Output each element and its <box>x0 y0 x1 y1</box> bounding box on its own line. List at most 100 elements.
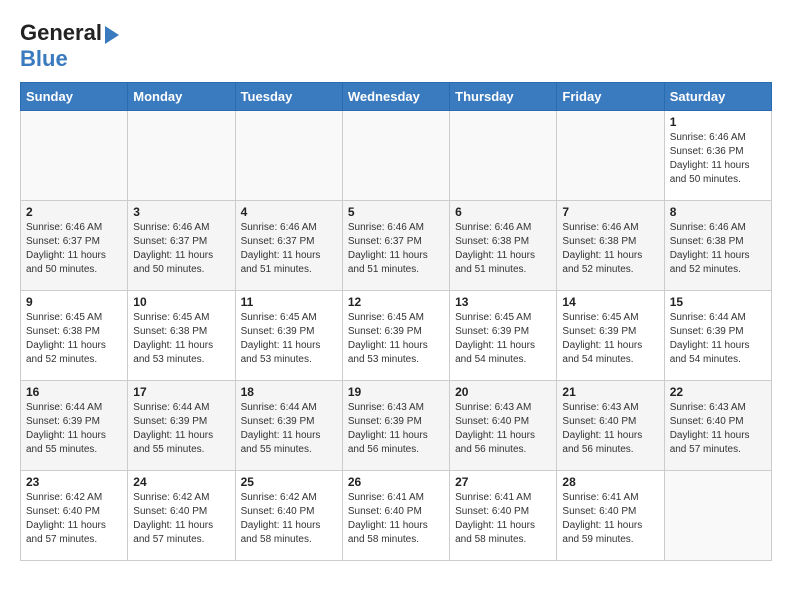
calendar-day: 10 Sunrise: 6:45 AM Sunset: 6:38 PM Dayli… <box>128 291 235 381</box>
day-number: 10 <box>133 295 229 309</box>
day-info: Sunrise: 6:43 AM Sunset: 6:40 PM Dayligh… <box>455 401 551 457</box>
calendar-day: 2 Sunrise: 6:46 AM Sunset: 6:37 PM Daylig… <box>21 201 128 291</box>
calendar-day: 21Sunrise: 6:43 AM Sunset: 6:40 PM Dayli… <box>557 381 664 471</box>
day-number: 11 <box>241 295 337 309</box>
weekday-header-sunday: Sunday <box>21 83 128 111</box>
calendar-day: 23 Sunrise: 6:42 AM Sunset: 6:40 PM Dayli… <box>21 471 128 561</box>
logo-blue: Blue <box>20 46 119 72</box>
calendar-day: 9Sunrise: 6:45 AM Sunset: 6:38 PM Daylig… <box>21 291 128 381</box>
day-number: 5 <box>348 205 444 219</box>
day-number: 23 <box>26 475 122 489</box>
day-number: 27 <box>455 475 551 489</box>
logo-text: General Blue <box>20 20 119 72</box>
calendar-day: 1Sunrise: 6:46 AM Sunset: 6:36 PM Daylig… <box>664 111 771 201</box>
calendar-week-2: 2 Sunrise: 6:46 AM Sunset: 6:37 PM Daylig… <box>21 201 772 291</box>
day-info: Sunrise: 6:45 AM Sunset: 6:39 PM Dayligh… <box>348 311 444 367</box>
calendar-day <box>664 471 771 561</box>
day-number: 15 <box>670 295 766 309</box>
day-info: Sunrise: 6:46 AM Sunset: 6:38 PM Dayligh… <box>670 221 766 277</box>
day-number: 12 <box>348 295 444 309</box>
calendar-day: 24 Sunrise: 6:42 AM Sunset: 6:40 PM Dayli… <box>128 471 235 561</box>
logo-arrow-icon <box>105 26 119 44</box>
day-number: 25 <box>241 475 337 489</box>
day-number: 24 <box>133 475 229 489</box>
day-info: Sunrise: 6:44 AM Sunset: 6:39 PM Dayligh… <box>670 311 766 367</box>
day-info: Sunrise: 6:42 AM Sunset: 6:40 PM Dayligh… <box>26 491 122 547</box>
weekday-header-tuesday: Tuesday <box>235 83 342 111</box>
day-info: Sunrise: 6:46 AM Sunset: 6:38 PM Dayligh… <box>562 221 658 277</box>
day-number: 3 <box>133 205 229 219</box>
calendar-day: 15 Sunrise: 6:44 AM Sunset: 6:39 PM Dayli… <box>664 291 771 381</box>
day-info: Sunrise: 6:46 AM Sunset: 6:37 PM Dayligh… <box>133 221 229 277</box>
weekday-header-wednesday: Wednesday <box>342 83 449 111</box>
calendar-day <box>21 111 128 201</box>
calendar-day: 19 Sunrise: 6:43 AM Sunset: 6:39 PM Dayli… <box>342 381 449 471</box>
calendar-day <box>557 111 664 201</box>
calendar-day: 22 Sunrise: 6:43 AM Sunset: 6:40 PM Dayli… <box>664 381 771 471</box>
day-info: Sunrise: 6:43 AM Sunset: 6:40 PM Dayligh… <box>562 401 658 457</box>
day-number: 28 <box>562 475 658 489</box>
day-number: 1 <box>670 115 766 129</box>
weekday-header-monday: Monday <box>128 83 235 111</box>
calendar-day: 14 Sunrise: 6:45 AM Sunset: 6:39 PM Dayli… <box>557 291 664 381</box>
day-info: Sunrise: 6:43 AM Sunset: 6:40 PM Dayligh… <box>670 401 766 457</box>
calendar-day: 6 Sunrise: 6:46 AM Sunset: 6:38 PM Daylig… <box>450 201 557 291</box>
day-number: 19 <box>348 385 444 399</box>
calendar-day: 12 Sunrise: 6:45 AM Sunset: 6:39 PM Dayli… <box>342 291 449 381</box>
weekday-header-saturday: Saturday <box>664 83 771 111</box>
day-info: Sunrise: 6:44 AM Sunset: 6:39 PM Dayligh… <box>26 401 122 457</box>
calendar-day <box>128 111 235 201</box>
day-info: Sunrise: 6:45 AM Sunset: 6:39 PM Dayligh… <box>562 311 658 367</box>
day-number: 26 <box>348 475 444 489</box>
logo-general: General <box>20 20 102 46</box>
calendar-day: 28 Sunrise: 6:41 AM Sunset: 6:40 PM Dayli… <box>557 471 664 561</box>
day-number: 14 <box>562 295 658 309</box>
calendar-week-4: 16 Sunrise: 6:44 AM Sunset: 6:39 PM Dayli… <box>21 381 772 471</box>
day-info: Sunrise: 6:45 AM Sunset: 6:38 PM Dayligh… <box>26 311 122 367</box>
calendar-day: 18Sunrise: 6:44 AM Sunset: 6:39 PM Dayli… <box>235 381 342 471</box>
day-info: Sunrise: 6:42 AM Sunset: 6:40 PM Dayligh… <box>133 491 229 547</box>
day-info: Sunrise: 6:44 AM Sunset: 6:39 PM Dayligh… <box>133 401 229 457</box>
day-number: 2 <box>26 205 122 219</box>
day-info: Sunrise: 6:44 AM Sunset: 6:39 PM Dayligh… <box>241 401 337 457</box>
day-info: Sunrise: 6:41 AM Sunset: 6:40 PM Dayligh… <box>562 491 658 547</box>
calendar-day <box>235 111 342 201</box>
day-number: 16 <box>26 385 122 399</box>
calendar-day: 26Sunrise: 6:41 AM Sunset: 6:40 PM Dayli… <box>342 471 449 561</box>
calendar-table: SundayMondayTuesdayWednesdayThursdayFrid… <box>20 82 772 561</box>
page-header: General Blue <box>20 20 772 72</box>
day-number: 4 <box>241 205 337 219</box>
calendar-week-5: 23 Sunrise: 6:42 AM Sunset: 6:40 PM Dayli… <box>21 471 772 561</box>
day-number: 13 <box>455 295 551 309</box>
logo: General Blue <box>20 20 119 72</box>
calendar-day: 4 Sunrise: 6:46 AM Sunset: 6:37 PM Daylig… <box>235 201 342 291</box>
calendar-day: 7 Sunrise: 6:46 AM Sunset: 6:38 PM Daylig… <box>557 201 664 291</box>
calendar-day: 17 Sunrise: 6:44 AM Sunset: 6:39 PM Dayli… <box>128 381 235 471</box>
day-number: 20 <box>455 385 551 399</box>
day-info: Sunrise: 6:45 AM Sunset: 6:39 PM Dayligh… <box>241 311 337 367</box>
calendar-week-3: 9Sunrise: 6:45 AM Sunset: 6:38 PM Daylig… <box>21 291 772 381</box>
day-info: Sunrise: 6:46 AM Sunset: 6:38 PM Dayligh… <box>455 221 551 277</box>
weekday-header-friday: Friday <box>557 83 664 111</box>
calendar-day: 11 Sunrise: 6:45 AM Sunset: 6:39 PM Dayli… <box>235 291 342 381</box>
day-info: Sunrise: 6:45 AM Sunset: 6:38 PM Dayligh… <box>133 311 229 367</box>
day-info: Sunrise: 6:46 AM Sunset: 6:37 PM Dayligh… <box>241 221 337 277</box>
day-info: Sunrise: 6:45 AM Sunset: 6:39 PM Dayligh… <box>455 311 551 367</box>
calendar-day: 20 Sunrise: 6:43 AM Sunset: 6:40 PM Dayli… <box>450 381 557 471</box>
calendar-day: 27Sunrise: 6:41 AM Sunset: 6:40 PM Dayli… <box>450 471 557 561</box>
day-info: Sunrise: 6:43 AM Sunset: 6:39 PM Dayligh… <box>348 401 444 457</box>
calendar-day: 3 Sunrise: 6:46 AM Sunset: 6:37 PM Daylig… <box>128 201 235 291</box>
day-number: 17 <box>133 385 229 399</box>
calendar-day: 25 Sunrise: 6:42 AM Sunset: 6:40 PM Dayli… <box>235 471 342 561</box>
day-number: 6 <box>455 205 551 219</box>
calendar-day: 8 Sunrise: 6:46 AM Sunset: 6:38 PM Daylig… <box>664 201 771 291</box>
day-number: 7 <box>562 205 658 219</box>
calendar-week-1: 1Sunrise: 6:46 AM Sunset: 6:36 PM Daylig… <box>21 111 772 201</box>
day-info: Sunrise: 6:46 AM Sunset: 6:37 PM Dayligh… <box>26 221 122 277</box>
calendar-day: 16 Sunrise: 6:44 AM Sunset: 6:39 PM Dayli… <box>21 381 128 471</box>
day-number: 22 <box>670 385 766 399</box>
day-number: 8 <box>670 205 766 219</box>
calendar-day: 13 Sunrise: 6:45 AM Sunset: 6:39 PM Dayli… <box>450 291 557 381</box>
weekday-header-thursday: Thursday <box>450 83 557 111</box>
day-info: Sunrise: 6:42 AM Sunset: 6:40 PM Dayligh… <box>241 491 337 547</box>
